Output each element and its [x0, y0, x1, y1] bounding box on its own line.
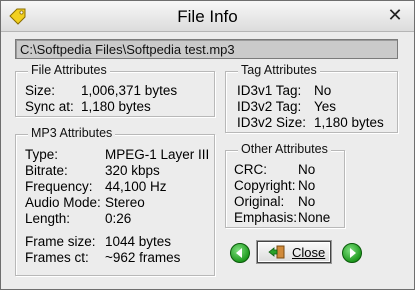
- other-attributes-title: Other Attributes: [238, 142, 331, 156]
- next-button[interactable]: [342, 243, 362, 263]
- original-label: Original:: [234, 194, 285, 209]
- close-button-label: Close: [292, 245, 326, 260]
- id3v2-size-label: ID3v2 Size:: [237, 115, 307, 130]
- frequency-label: Frequency:: [25, 179, 93, 194]
- title-bar: File Info ✕: [1, 1, 414, 32]
- frame-size-value: 1044 bytes: [105, 234, 172, 249]
- sync-at-label: Sync at:: [25, 99, 74, 114]
- window-title: File Info: [177, 7, 238, 26]
- tag-attributes-group: Tag Attributes ID3v1 Tag: No ID3v2 Tag: …: [225, 63, 398, 133]
- emphasis-value: None: [298, 210, 331, 225]
- tag-attributes-title: Tag Attributes: [238, 63, 320, 77]
- audio-mode-label: Audio Mode:: [25, 195, 101, 210]
- crc-label: CRC:: [234, 162, 267, 177]
- other-attributes-group: Other Attributes CRC: No Copyright: No O…: [225, 142, 345, 228]
- mp3-attributes-group: MP3 Attributes Type: MPEG-1 Layer III Bi…: [15, 126, 215, 276]
- bitrate-label: Bitrate:: [25, 163, 68, 178]
- file-info-window: File Info ✕ C:\Softpedia Files\Softpedia…: [0, 0, 415, 290]
- frame-size-label: Frame size:: [25, 234, 96, 249]
- length-value: 0:26: [105, 211, 132, 226]
- close-button[interactable]: Close: [257, 241, 331, 263]
- original-value: No: [298, 194, 316, 209]
- size-value: 1,006,371 bytes: [81, 83, 178, 98]
- sync-at-value: 1,180 bytes: [81, 99, 151, 114]
- emphasis-label: Emphasis:: [234, 210, 298, 225]
- file-attributes-group: File Attributes Size: 1,006,371 bytes Sy…: [15, 63, 215, 117]
- door-exit-icon: [268, 245, 286, 262]
- window-close-icon[interactable]: ✕: [384, 5, 406, 25]
- arrow-left-icon: [236, 248, 242, 258]
- copyright-value: No: [298, 178, 316, 193]
- file-path-field: C:\Softpedia Files\Softpedia test.mp3: [15, 39, 398, 59]
- length-label: Length:: [25, 211, 71, 226]
- size-label: Size:: [25, 83, 56, 98]
- mp3-attributes-title: MP3 Attributes: [28, 126, 116, 140]
- id3v2-tag-label: ID3v2 Tag:: [237, 99, 302, 114]
- id3v1-tag-label: ID3v1 Tag:: [237, 83, 302, 98]
- id3v1-tag-value: No: [314, 83, 332, 98]
- copyright-label: Copyright:: [234, 178, 296, 193]
- arrow-right-icon: [350, 248, 356, 258]
- frames-count-value: ~962 frames: [105, 250, 181, 265]
- type-label: Type:: [25, 147, 59, 162]
- bitrate-value: 320 kbps: [105, 163, 160, 178]
- file-attributes-title: File Attributes: [28, 63, 110, 77]
- id3v2-size-value: 1,180 bytes: [314, 115, 384, 130]
- crc-value: No: [298, 162, 316, 177]
- frames-count-label: Frames ct:: [25, 250, 89, 265]
- type-value: MPEG-1 Layer III: [105, 147, 210, 162]
- frequency-value: 44,100 Hz: [105, 179, 167, 194]
- id3v2-tag-value: Yes: [314, 99, 337, 114]
- previous-button[interactable]: [230, 243, 250, 263]
- audio-mode-value: Stereo: [105, 195, 145, 210]
